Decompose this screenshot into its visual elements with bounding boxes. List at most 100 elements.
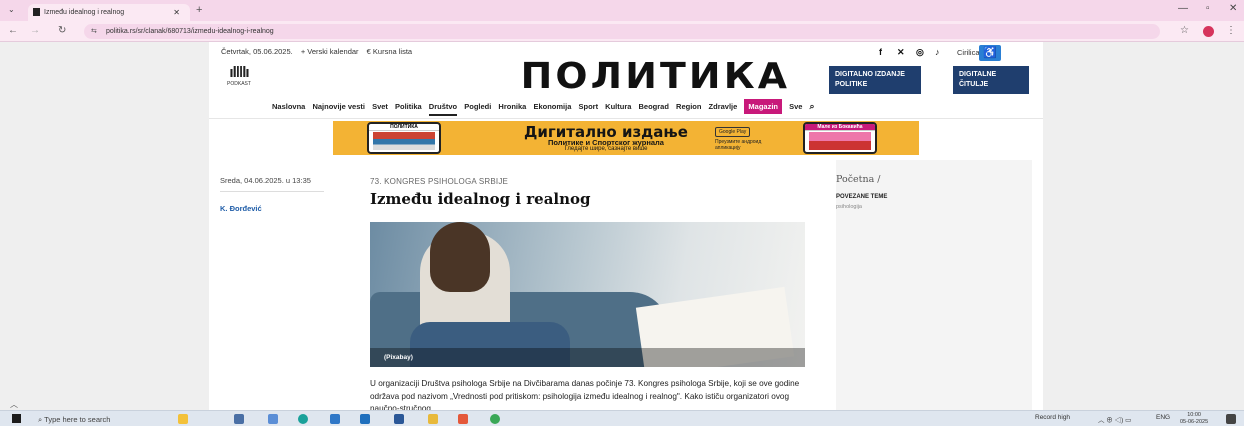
bookmark-star-icon[interactable]: ☆ (1180, 25, 1189, 36)
related-topics-heading: POVEZANE TEME (836, 194, 888, 200)
url-text: politika.rs/sr/clanak/680713/izmedu-idea… (106, 28, 274, 35)
main-navigation: Naslovna Najnovije vesti Svet Politika D… (272, 99, 815, 116)
address-bar-row: ← → ↻ ⇆ politika.rs/sr/clanak/680713/izm… (0, 21, 1244, 42)
nav-sve[interactable]: Sve (789, 102, 802, 114)
tab-search-chevron-icon[interactable]: ⌄ (8, 5, 15, 14)
digital-edition-banner[interactable]: ПОЛИТИКА Дигитално издање Политике и Спо… (333, 121, 919, 155)
podcast-mic-icon: ıl‖lı (229, 64, 249, 81)
browser-tab-strip: ⌄ Između idealnog i realnog ✕ + — ▫ ✕ (0, 0, 1244, 21)
google-play-block[interactable]: Google Play Преузмите андроид апликацију (715, 127, 787, 151)
google-play-badge: Google Play (715, 127, 751, 137)
nav-divider (209, 118, 1043, 119)
site-logo[interactable]: ПОЛИТИКА (521, 56, 791, 97)
copilot-icon[interactable] (268, 414, 278, 424)
digitalne-citulje-button[interactable]: DIGITALNE ČITULJE (953, 66, 1029, 94)
phone-left-title: ПОЛИТИКА (369, 124, 439, 131)
nav-najnovije-vesti[interactable]: Najnovije vesti (312, 102, 365, 114)
cirilica-toggle[interactable]: Cirilica (957, 48, 980, 57)
search-icon[interactable]: ⌕ (810, 101, 815, 112)
profile-avatar[interactable] (1203, 26, 1214, 37)
top-info-bar: Četvrtak, 05.06.2025. + Verski kalendar … (221, 47, 418, 56)
podcast-label: PODKAST (227, 81, 251, 87)
task-view-icon[interactable] (234, 414, 244, 424)
nav-magazin[interactable]: Magazin (744, 99, 782, 114)
podcast-link[interactable]: ıl‖lı PODKAST (224, 64, 254, 87)
facebook-icon[interactable]: f (879, 47, 882, 57)
article-body: U organizaciji Društva psihologa Srbije … (370, 379, 800, 410)
phone-mockup-right: Мале из Бокавића (803, 122, 877, 154)
taskbar-search-placeholder: Type here to search (44, 415, 111, 424)
weather-widget-icon[interactable] (178, 414, 188, 424)
page-content-column: Četvrtak, 05.06.2025. + Verski kalendar … (209, 42, 1043, 410)
file-explorer-icon[interactable] (428, 414, 438, 424)
nav-sport[interactable]: Sport (578, 102, 598, 114)
outlook-icon[interactable] (330, 414, 340, 424)
article-kicker: 73. KONGRES PSIHOLOGA SRBIJE (370, 177, 509, 186)
phone-left-screen (373, 132, 435, 150)
nav-hronika[interactable]: Hronika (498, 102, 526, 114)
url-field[interactable]: ⇆ politika.rs/sr/clanak/680713/izmedu-id… (84, 24, 1160, 39)
taskbar-clock[interactable]: 10:00 05-06-2025 (1180, 412, 1208, 426)
nav-pogledi[interactable]: Pogledi (464, 102, 491, 114)
language-indicator[interactable]: ENG (1156, 414, 1170, 421)
back-arrow-icon[interactable]: ← (8, 25, 18, 36)
taskbar-search[interactable]: ⌕ Type here to search (38, 412, 158, 426)
digitalno-izdanje-button[interactable]: DIGITALNO IZDANJE POLITIKE (829, 66, 921, 94)
word-icon[interactable] (394, 414, 404, 424)
nav-svet[interactable]: Svet (372, 102, 388, 114)
scroll-to-top-chevron-icon[interactable]: ︿ (10, 399, 18, 410)
verski-kalendar-link[interactable]: + Verski kalendar (301, 47, 359, 56)
browser-tab[interactable]: Između idealnog i realnog ✕ (28, 4, 190, 21)
minimize-icon[interactable]: — (1178, 3, 1188, 14)
browser-menu-icon[interactable]: ⋮ (1226, 25, 1236, 36)
phone-mockup-left: ПОЛИТИКА (367, 122, 441, 154)
site-info-icon[interactable]: ⇆ (91, 27, 97, 35)
article-title: Između idealnog i realnog (370, 190, 591, 208)
nav-zdravlje[interactable]: Zdravlje (709, 102, 738, 114)
notifications-icon[interactable] (1226, 414, 1236, 424)
breadcrumb[interactable]: Početna / (836, 174, 881, 185)
banner-tagline: Гледајте шире, сазнајте више (564, 146, 648, 152)
store-icon[interactable] (360, 414, 370, 424)
restore-icon[interactable]: ▫ (1206, 3, 1210, 14)
related-tag-psihologija[interactable]: psihologija (836, 204, 862, 210)
edge-icon[interactable] (298, 414, 308, 424)
nav-beograd[interactable]: Beograd (639, 102, 669, 114)
accessibility-icon[interactable]: ♿ (979, 45, 1001, 61)
article-author[interactable]: K. Đorđević (220, 204, 262, 213)
phone-right-screen (809, 132, 871, 150)
site-favicon-icon (33, 8, 40, 16)
instagram-icon[interactable]: ◎ (916, 47, 924, 58)
article-date: Sreda, 04.06.2025. u 13:35 (220, 176, 324, 192)
tab-close-icon[interactable]: ✕ (173, 8, 180, 17)
record-high-notification[interactable]: Record high (1035, 414, 1070, 421)
clock-date: 05-06-2025 (1180, 419, 1209, 425)
article-photo: (Pixabay) (370, 222, 805, 367)
forward-arrow-icon[interactable]: → (30, 25, 40, 36)
page-viewport: Četvrtak, 05.06.2025. + Verski kalendar … (0, 42, 1244, 410)
x-icon[interactable]: ✕ (897, 47, 905, 58)
windows-taskbar: ⌕ Type here to search Record high ︿ ⊕ ◁)… (0, 410, 1244, 426)
nav-drustvo[interactable]: Društvo (428, 102, 458, 116)
kursna-lista-link[interactable]: € Kursna lista (367, 47, 412, 56)
photo-credit: (Pixabay) (370, 348, 805, 367)
phone-right-title: Мале из Бокавића (805, 124, 875, 131)
current-date: Četvrtak, 05.06.2025. (221, 47, 293, 56)
google-play-text: Преузмите андроид апликацију (715, 139, 762, 151)
nav-naslovna[interactable]: Naslovna (272, 102, 305, 114)
tiktok-icon[interactable]: ♪ (935, 47, 940, 57)
windows-start-icon[interactable] (12, 414, 21, 423)
photo-hair (430, 222, 490, 292)
nav-kultura[interactable]: Kultura (605, 102, 631, 114)
system-tray-icons[interactable]: ︿ ⊕ ◁) ▭ (1098, 414, 1131, 424)
chrome-icon[interactable] (490, 414, 500, 424)
nav-region[interactable]: Region (676, 102, 701, 114)
new-tab-plus-icon[interactable]: + (196, 4, 202, 16)
nav-ekonomija[interactable]: Ekonomija (533, 102, 571, 114)
clock-time: 10:00 (1187, 412, 1201, 418)
tab-title: Između idealnog i realnog (44, 9, 125, 16)
reload-icon[interactable]: ↻ (58, 25, 66, 36)
close-window-icon[interactable]: ✕ (1229, 3, 1237, 14)
paint-icon[interactable] (458, 414, 468, 424)
nav-politika[interactable]: Politika (395, 102, 422, 114)
